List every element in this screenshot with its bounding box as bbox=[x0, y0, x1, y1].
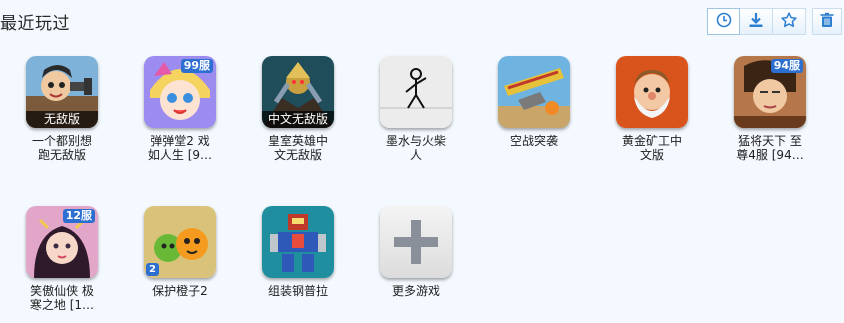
game-icon bbox=[616, 56, 688, 128]
game-name: 空战突袭 bbox=[509, 134, 558, 148]
game-tile[interactable]: 2 保护橙子2 bbox=[125, 206, 235, 298]
game-name: 皇室英雄中文无敌版 bbox=[267, 134, 328, 162]
game-icon bbox=[380, 56, 452, 128]
game-tile[interactable]: 墨水与火柴人 bbox=[361, 56, 471, 162]
toolbar bbox=[707, 8, 842, 35]
favorite-button[interactable] bbox=[773, 8, 806, 35]
game-name: 猛将天下 至尊4服 [94… bbox=[736, 134, 804, 162]
game-icon: 无敌版 bbox=[26, 56, 98, 128]
game-tile[interactable]: 12服 笑傲仙侠 极寒之地 [1… bbox=[7, 206, 117, 312]
game-icon bbox=[262, 206, 334, 278]
game-tile[interactable]: 99服 弹弹堂2 戏如人生 [9… bbox=[125, 56, 235, 162]
game-icon: 99服 bbox=[144, 56, 216, 128]
game-name: 弹弹堂2 戏如人生 [9… bbox=[147, 134, 213, 162]
download-button[interactable] bbox=[740, 8, 773, 35]
server-badge: 94服 bbox=[770, 59, 803, 73]
game-name: 组装钢普拉 bbox=[267, 284, 328, 298]
game-icon: 94服 bbox=[734, 56, 806, 128]
more-games-label: 更多游戏 bbox=[391, 284, 440, 298]
game-icon: 中文无敌版 bbox=[262, 56, 334, 128]
clock-icon bbox=[716, 12, 732, 32]
server-badge: 12服 bbox=[62, 209, 95, 223]
game-tile[interactable]: 空战突袭 bbox=[479, 56, 589, 148]
number-badge: 2 bbox=[146, 263, 159, 276]
badge-label: 无敌版 bbox=[26, 111, 98, 128]
game-tile[interactable]: 无敌版 一个都别想跑无敌版 bbox=[7, 56, 117, 162]
history-button[interactable] bbox=[707, 8, 740, 35]
more-games-tile[interactable]: 更多游戏 bbox=[361, 206, 471, 298]
plus-icon bbox=[380, 206, 452, 278]
badge-label: 中文无敌版 bbox=[262, 111, 334, 128]
server-badge: 99服 bbox=[180, 59, 213, 73]
download-icon bbox=[748, 12, 764, 32]
game-name: 黄金矿工中文版 bbox=[621, 134, 682, 162]
game-icon bbox=[498, 56, 570, 128]
game-icon: 12服 bbox=[26, 206, 98, 278]
star-icon bbox=[781, 11, 797, 32]
game-name: 保护橙子2 bbox=[152, 284, 208, 298]
game-tile[interactable]: 94服 猛将天下 至尊4服 [94… bbox=[715, 56, 825, 162]
section-title: 最近玩过 bbox=[0, 14, 70, 34]
game-tile[interactable]: 中文无敌版 皇室英雄中文无敌版 bbox=[243, 56, 353, 162]
delete-button[interactable] bbox=[812, 8, 842, 35]
trash-icon bbox=[819, 12, 835, 32]
game-tile[interactable]: 黄金矿工中文版 bbox=[597, 56, 707, 162]
game-tile[interactable]: 组装钢普拉 bbox=[243, 206, 353, 298]
game-name: 一个都别想跑无敌版 bbox=[31, 134, 92, 162]
game-name: 墨水与火柴人 bbox=[385, 134, 446, 162]
game-name: 笑傲仙侠 极寒之地 [1… bbox=[29, 284, 95, 312]
game-icon: 2 bbox=[144, 206, 216, 278]
